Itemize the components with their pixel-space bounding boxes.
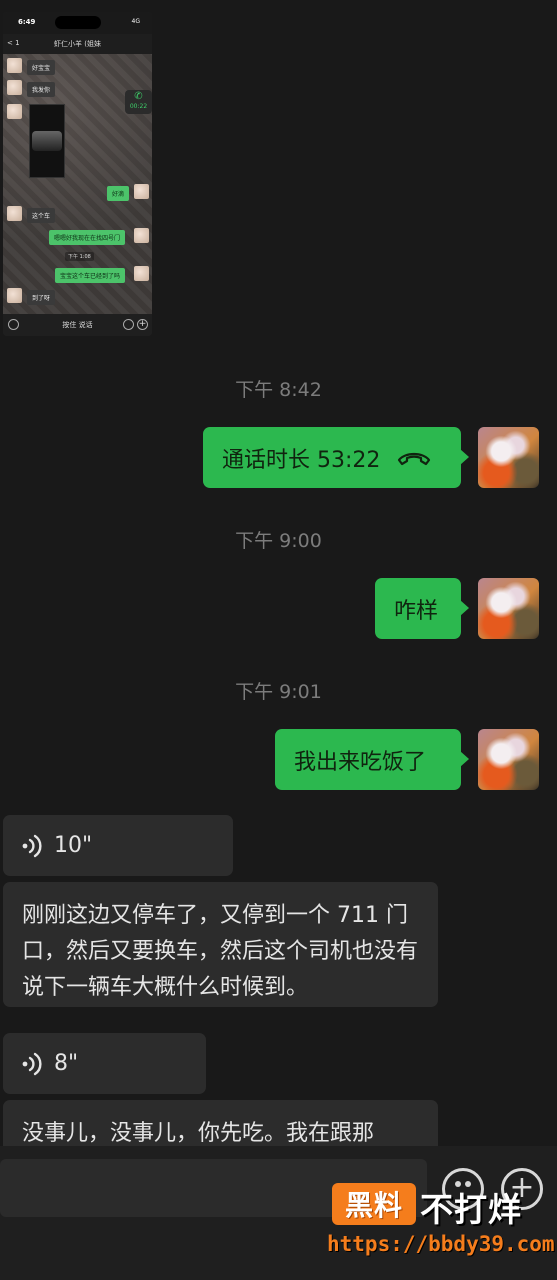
thumb-avatar	[7, 58, 22, 73]
chat-screen: 6:49 4G < 1 虾仁小羊 (姐妹 好宝宝 我发你 ✆ 00:22 好滴 …	[0, 0, 557, 1280]
call-duration-label: 通话时长 53:22	[222, 447, 381, 473]
screenshot-image-message[interactable]: 6:49 4G < 1 虾仁小羊 (姐妹 好宝宝 我发你 ✆ 00:22 好滴 …	[3, 12, 152, 336]
thumb-avatar	[134, 184, 149, 199]
thumb-avatar	[7, 104, 22, 119]
voice-message[interactable]: 8"	[3, 1033, 206, 1094]
thumb-phone-icon: ✆	[134, 91, 143, 102]
thumb-message-in: 这个车	[27, 208, 56, 223]
message-timestamp: 下午 8:42	[235, 379, 322, 401]
message-timestamp: 下午 9:01	[235, 681, 322, 703]
outgoing-message[interactable]: 我出来吃饭了	[275, 729, 469, 790]
call-record-bubble[interactable]: 通话时长 53:22	[203, 427, 469, 488]
avatar[interactable]	[478, 729, 539, 790]
thumb-avatar	[7, 80, 22, 95]
avatar[interactable]	[478, 578, 539, 639]
voice-wave-icon	[22, 1052, 42, 1076]
thumb-plus-icon: +	[137, 319, 148, 330]
thumb-message-out: 嗯嗯好我现在在找四号门	[49, 230, 126, 245]
watermark-text: 不打烊	[420, 1190, 522, 1229]
avatar[interactable]	[478, 427, 539, 488]
voice-transcript[interactable]: 刚刚这边又停车了，又停到一个 711 门口，然后又要换车，然后这个司机也没有说下…	[3, 882, 438, 1007]
voice-message[interactable]: 10"	[3, 815, 233, 876]
thumb-status-bar: 6:49 4G	[3, 12, 152, 34]
thumb-signal-label: 4G	[131, 18, 140, 25]
outgoing-message[interactable]: 咋样	[375, 578, 469, 639]
thumb-input-bar: 按住 说话 +	[3, 314, 152, 336]
thumb-message-in: 到了呀	[27, 290, 56, 305]
message-text: 咋样	[394, 598, 439, 624]
hangup-phone-icon	[396, 449, 432, 467]
thumb-message-out: 好滴	[107, 186, 130, 201]
thumb-car-image	[32, 131, 62, 151]
thumb-nav-bar: < 1 虾仁小羊 (姐妹	[3, 34, 152, 54]
thumb-timestamp: 下午 1:08	[65, 252, 94, 261]
thumb-dynamic-island	[55, 16, 101, 29]
thumb-avatar	[7, 288, 22, 303]
thumb-status-time: 6:49	[18, 18, 36, 26]
thumb-avatar	[134, 228, 149, 243]
thumb-message-out: 宝宝这个车已经到了吗	[55, 268, 126, 283]
thumb-call-bubble: ✆ 00:22	[125, 90, 152, 114]
thumb-photo-message	[29, 104, 65, 178]
message-timestamp: 下午 9:00	[235, 530, 322, 552]
voice-duration: 8"	[54, 1051, 79, 1076]
voice-duration: 10"	[54, 833, 93, 858]
thumb-chat-title: 虾仁小羊 (姐妹	[54, 40, 101, 48]
thumb-message-in: 好宝宝	[27, 60, 56, 75]
thumb-call-duration: 00:22	[129, 103, 148, 110]
watermark-url: https://bbdy39.com	[327, 1232, 555, 1256]
message-text: 我出来吃饭了	[294, 749, 427, 775]
thumb-emoji-icon	[123, 319, 134, 330]
watermark-logo: 黑料	[332, 1183, 416, 1225]
voice-wave-icon	[22, 834, 42, 858]
thumb-avatar	[7, 206, 22, 221]
transcript-text: 刚刚这边又停车了，又停到一个 711 门口，然后又要换车，然后这个司机也没有说下…	[22, 903, 419, 1000]
thumb-message-in: 我发你	[27, 82, 56, 97]
thumb-avatar	[134, 266, 149, 281]
